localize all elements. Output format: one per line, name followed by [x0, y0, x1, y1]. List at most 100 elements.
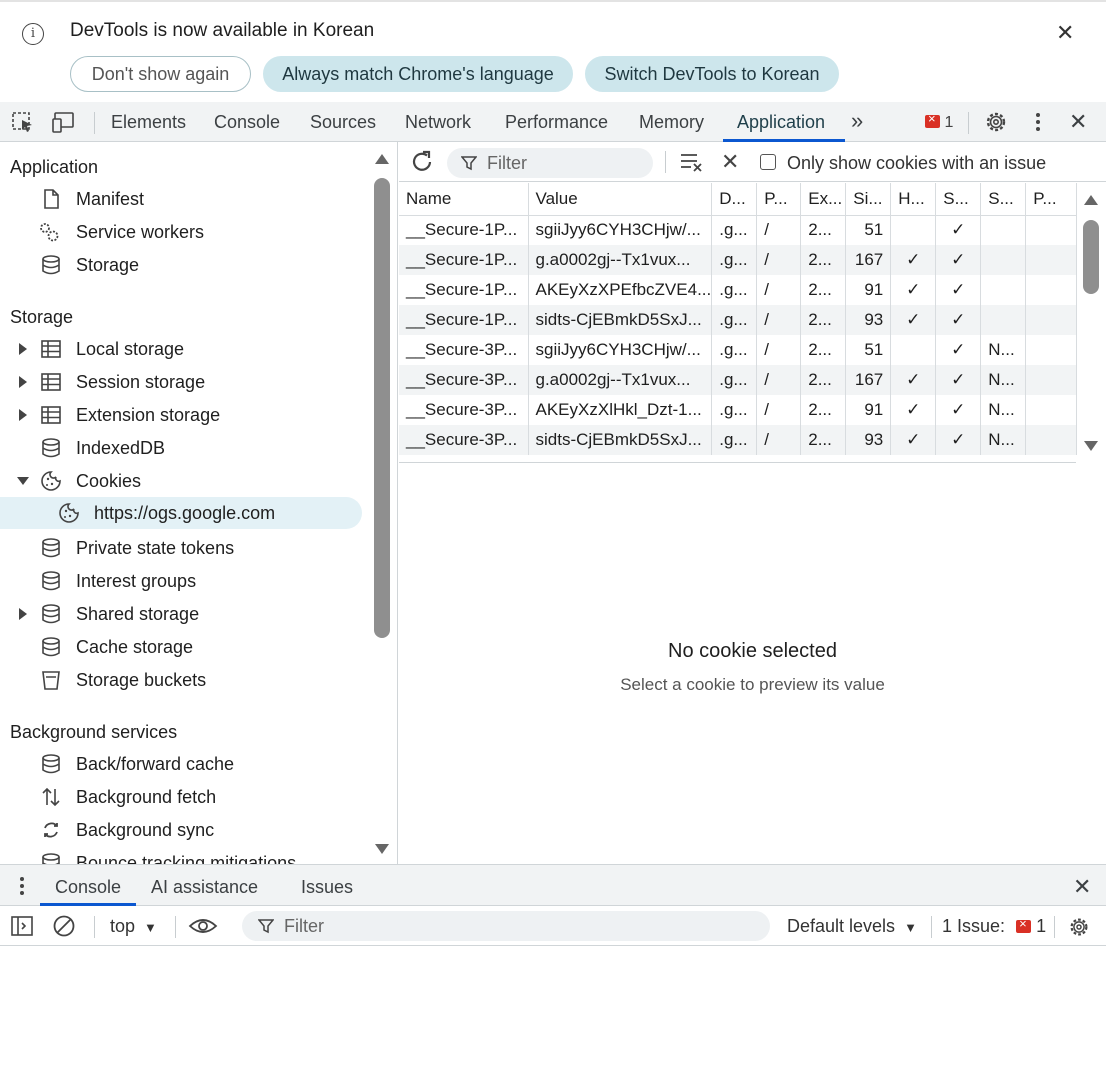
- table-cell: [980, 245, 1027, 275]
- table-cell: .g...: [711, 245, 758, 275]
- close-devtools-icon[interactable]: ✕: [1069, 109, 1087, 135]
- tab-sources[interactable]: Sources: [310, 112, 376, 133]
- table-cell: /: [756, 275, 802, 305]
- toolbar-divider: [175, 916, 176, 938]
- device-toolbar-icon[interactable]: [51, 110, 77, 134]
- dont-show-again-button[interactable]: Don't show again: [70, 56, 251, 92]
- sidebar-item-shared-storage[interactable]: Shared storage: [0, 598, 362, 630]
- settings-gear-icon[interactable]: [983, 110, 1009, 134]
- sidebar-item-background-fetch[interactable]: Background fetch: [0, 781, 362, 813]
- sidebar-item-local-storage[interactable]: Local storage: [0, 333, 362, 365]
- cookies-table: Name Value D... P... Ex... Si... H... S... S... P…: [399, 183, 1078, 455]
- scroll-down-arrow-icon[interactable]: [374, 842, 390, 856]
- sidebar-item-bounce-tracking[interactable]: Bounce tracking mitigations: [0, 847, 362, 864]
- sidebar-item-manifest[interactable]: Manifest: [0, 183, 362, 215]
- cookies-filter-input[interactable]: Filter: [447, 148, 653, 178]
- filter-funnel-icon: [461, 156, 477, 171]
- table-cell: 2...: [800, 395, 847, 425]
- context-selector[interactable]: top ▼: [110, 916, 157, 937]
- scroll-down-arrow-icon[interactable]: [1083, 439, 1099, 453]
- refresh-icon[interactable]: [409, 149, 435, 175]
- table-row[interactable]: __Secure-1P... AKEyXzXPEfbcZVE4... .g.../2…: [399, 275, 1078, 305]
- column-header[interactable]: H...: [890, 183, 937, 216]
- document-icon: [44, 189, 59, 209]
- console-settings-gear-icon[interactable]: [1067, 915, 1091, 939]
- table-cell: __Secure-3P...: [399, 425, 529, 455]
- table-cell: ✓: [890, 245, 937, 275]
- table-row[interactable]: __Secure-1P... g.a0002gj--Tx1vux... .g... /…: [399, 245, 1078, 275]
- column-header[interactable]: Name: [399, 183, 529, 216]
- sidebar-item-back-forward-cache[interactable]: Back/forward cache: [0, 748, 362, 780]
- issues-badge[interactable]: 1: [925, 111, 953, 132]
- tab-application[interactable]: Application: [737, 112, 825, 133]
- close-drawer-icon[interactable]: ✕: [1073, 874, 1091, 900]
- column-header[interactable]: P...: [756, 183, 802, 216]
- sidebar-item-background-sync[interactable]: Background sync: [0, 814, 362, 846]
- drawer-tab-ai-assistance[interactable]: AI assistance: [151, 877, 258, 898]
- sidebar-item-cookie-origin[interactable]: https://ogs.google.com: [0, 497, 362, 529]
- table-scrollbar-thumb[interactable]: [1083, 220, 1099, 294]
- sidebar-item-service-workers[interactable]: Service workers: [0, 216, 362, 248]
- sidebar-toggle-icon[interactable]: [10, 915, 34, 937]
- log-levels-dropdown[interactable]: Default levels ▼: [787, 916, 917, 937]
- tab-network[interactable]: Network: [405, 112, 471, 133]
- switch-to-korean-button[interactable]: Switch DevTools to Korean: [585, 56, 839, 92]
- sidebar-item-extension-storage[interactable]: Extension storage: [0, 399, 362, 431]
- sidebar-item-interest-groups[interactable]: Interest groups: [0, 565, 362, 597]
- column-header[interactable]: Value: [528, 183, 713, 216]
- column-header[interactable]: S...: [935, 183, 982, 216]
- console-filter-input[interactable]: Filter: [242, 911, 770, 941]
- always-match-language-button[interactable]: Always match Chrome's language: [263, 56, 573, 92]
- table-cell: [980, 305, 1027, 335]
- column-header[interactable]: D...: [711, 183, 758, 216]
- sidebar-item-storage[interactable]: Storage: [0, 249, 362, 281]
- inspect-element-icon[interactable]: [10, 110, 36, 134]
- clear-console-icon[interactable]: [52, 914, 76, 938]
- table-row[interactable]: __Secure-3P... AKEyXzXlHkl_Dzt-1... .g... /…: [399, 395, 1078, 425]
- tab-elements[interactable]: Elements: [111, 112, 186, 133]
- table-row[interactable]: __Secure-1P... sgiiJyy6CYH3CHjw/... .g... /…: [399, 215, 1078, 245]
- table-cell: 93: [845, 425, 892, 455]
- sidebar-item-session-storage[interactable]: Session storage: [0, 366, 362, 398]
- drawer-tab-console[interactable]: Console: [55, 877, 121, 898]
- collapse-arrow-icon[interactable]: [17, 477, 29, 485]
- close-icon[interactable]: ✕: [1056, 20, 1074, 46]
- more-tabs-icon[interactable]: »: [851, 108, 863, 134]
- issues-counter[interactable]: 1 Issue: 1: [942, 916, 1046, 937]
- table-cell: 51: [845, 335, 892, 365]
- table-row[interactable]: __Secure-3P... sidts-CjEBmkD5SxJ... .g... /…: [399, 425, 1078, 455]
- sidebar-item-storage-buckets[interactable]: Storage buckets: [0, 664, 362, 696]
- more-options-icon[interactable]: [1025, 110, 1051, 134]
- tab-console[interactable]: Console: [214, 112, 280, 133]
- expand-arrow-icon[interactable]: [19, 608, 27, 620]
- clear-all-icon[interactable]: [679, 150, 705, 174]
- column-header[interactable]: Si...: [845, 183, 892, 216]
- sidebar-item-indexeddb[interactable]: IndexedDB: [0, 432, 362, 464]
- tab-memory[interactable]: Memory: [639, 112, 704, 133]
- column-header[interactable]: Ex...: [800, 183, 847, 216]
- expand-arrow-icon[interactable]: [19, 376, 27, 388]
- table-cell: __Secure-3P...: [399, 335, 529, 365]
- table-cell: N...: [980, 395, 1027, 425]
- only-issues-checkbox[interactable]: [760, 154, 776, 170]
- scroll-up-arrow-icon[interactable]: [374, 152, 390, 166]
- sidebar-item-private-state-tokens[interactable]: Private state tokens: [0, 532, 362, 564]
- live-expression-eye-icon[interactable]: [188, 914, 218, 938]
- drawer-menu-icon[interactable]: [12, 876, 32, 896]
- table-row[interactable]: __Secure-1P... sidts-CjEBmkD5SxJ... .g... /…: [399, 305, 1078, 335]
- table-cell: __Secure-1P...: [399, 275, 529, 305]
- tab-performance[interactable]: Performance: [505, 112, 608, 133]
- column-header[interactable]: S...: [980, 183, 1027, 216]
- sidebar-item-cache-storage[interactable]: Cache storage: [0, 631, 362, 663]
- sidebar-item-cookies[interactable]: Cookies: [0, 465, 362, 497]
- sidebar-scrollbar-thumb[interactable]: [374, 178, 390, 638]
- delete-selected-icon[interactable]: ✕: [721, 149, 739, 175]
- table-row[interactable]: __Secure-3P... g.a0002gj--Tx1vux... .g... /…: [399, 365, 1078, 395]
- expand-arrow-icon[interactable]: [19, 409, 27, 421]
- scroll-up-arrow-icon[interactable]: [1083, 193, 1099, 207]
- column-header[interactable]: P...: [1025, 183, 1078, 216]
- console-output-area[interactable]: [0, 947, 1106, 1090]
- drawer-tab-issues[interactable]: Issues: [301, 877, 353, 898]
- expand-arrow-icon[interactable]: [19, 343, 27, 355]
- table-row[interactable]: __Secure-3P... sgiiJyy6CYH3CHjw/... .g... /…: [399, 335, 1078, 365]
